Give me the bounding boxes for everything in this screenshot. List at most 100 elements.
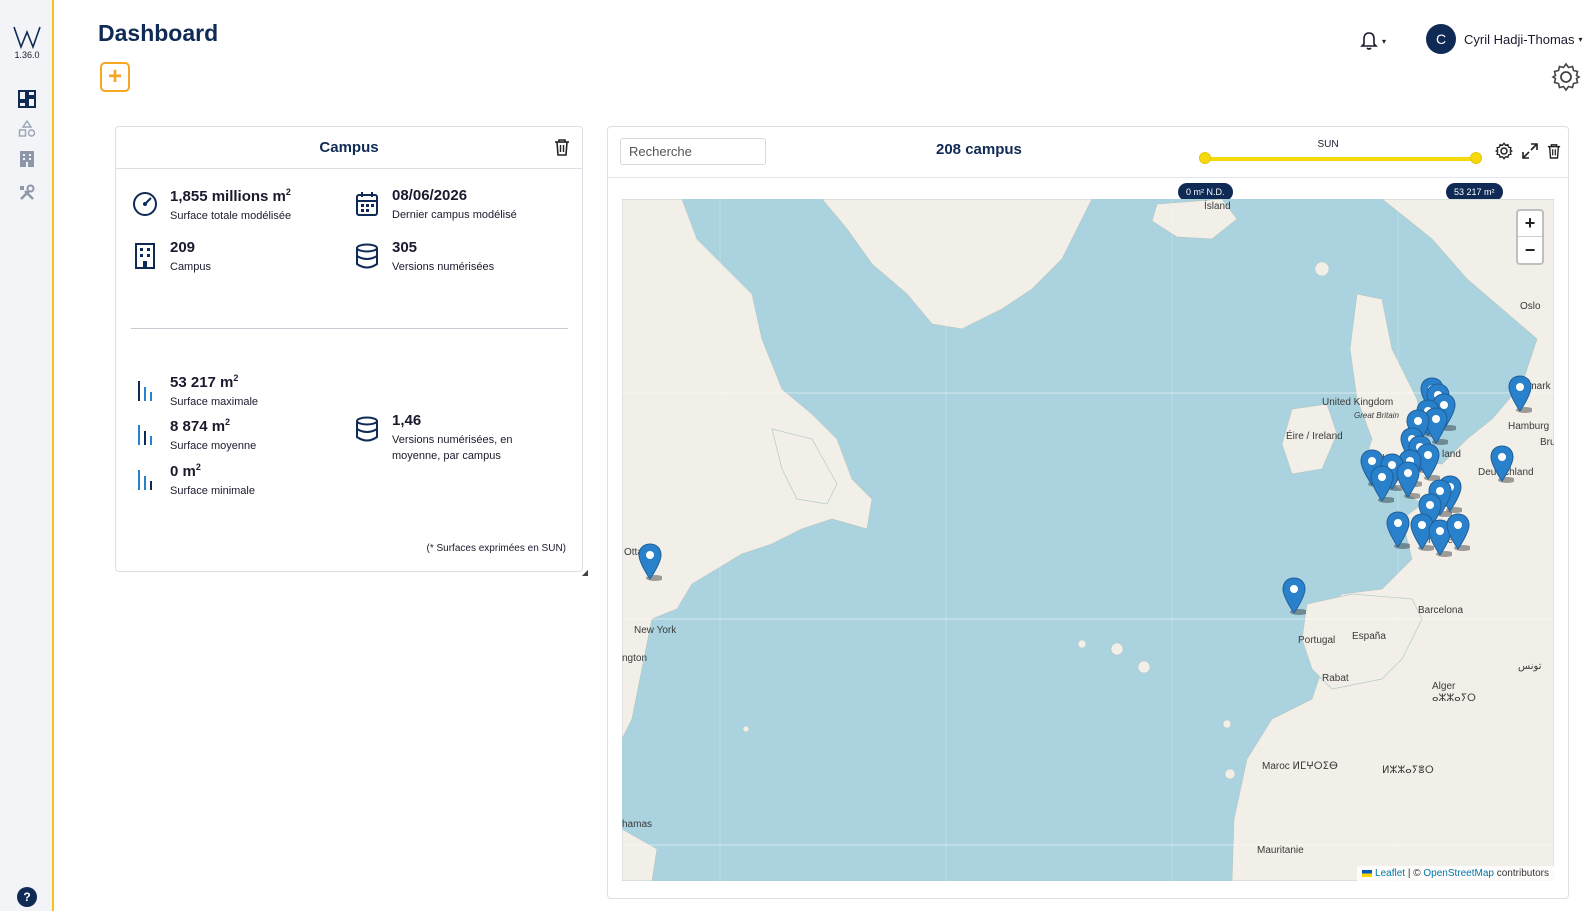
map-label: hamas xyxy=(622,819,653,830)
map-marker[interactable] xyxy=(1508,375,1532,413)
stat-value: 1,46 xyxy=(392,412,422,429)
sidebar-item-shapes[interactable] xyxy=(16,118,38,140)
map-label: Portugal xyxy=(1298,635,1336,646)
slider-thumb-min[interactable] xyxy=(1199,152,1211,164)
bar-chart-icon xyxy=(138,425,152,445)
add-widget-button[interactable]: + xyxy=(100,62,130,92)
map-label: Barcelona xyxy=(1418,605,1464,616)
map-card: 208 campus SUN 0 m² N.D. 53 217 m² xyxy=(607,126,1569,899)
app-logo[interactable]: 1.36.0 xyxy=(9,24,45,60)
stat-campus-count: 209 Campus xyxy=(130,239,211,275)
map-label: New York xyxy=(634,625,677,636)
building-icon xyxy=(135,243,155,269)
map-marker[interactable] xyxy=(1396,461,1420,499)
tools-icon xyxy=(20,184,35,200)
zoom-control: + − xyxy=(1516,209,1544,265)
map-marker[interactable] xyxy=(638,543,662,581)
stat-label: Surface totale modélisée xyxy=(170,210,292,222)
map-marker[interactable] xyxy=(1446,513,1470,551)
stat-value: 209 xyxy=(170,239,196,256)
delete-widget-button[interactable] xyxy=(554,138,570,161)
trash-icon xyxy=(1547,144,1561,159)
attribution-suffix: contributors xyxy=(1493,868,1549,879)
map-attribution: Leaflet | © OpenStreetMap contributors xyxy=(1357,866,1554,881)
chevron-down-icon: ▾ xyxy=(1382,36,1387,46)
trash-icon xyxy=(555,139,569,156)
stat-label: Versions numérisées, en moyenne, par cam… xyxy=(392,434,513,462)
stat-label: Surface minimale xyxy=(170,485,255,497)
settings-button[interactable] xyxy=(1551,62,1581,97)
map-marker[interactable] xyxy=(1490,445,1514,483)
stat-last-campus: 08/06/2026 Dernier campus modélisé xyxy=(352,187,517,223)
zoom-in-button[interactable]: + xyxy=(1518,211,1542,237)
campus-card-header: Campus xyxy=(116,127,582,169)
osm-link[interactable]: OpenStreetMap xyxy=(1423,868,1494,879)
slider-track xyxy=(1204,157,1476,161)
map-marker[interactable] xyxy=(1282,577,1306,615)
attribution-separator: | © xyxy=(1405,868,1424,879)
help-button[interactable]: ? xyxy=(17,887,37,907)
map-label: ⵍⵣⵣⴰⵢⴻⵔ xyxy=(1382,765,1434,776)
map-label: Rabat xyxy=(1322,673,1349,684)
stat-max-surface: 53 217 m2 Surface maximale xyxy=(130,373,258,410)
stat-mean-surface: 8 874 m2 Surface moyenne xyxy=(130,417,256,454)
dashboard-icon xyxy=(18,90,36,108)
map-label: Alger xyxy=(1432,681,1456,692)
leaflet-link[interactable]: Leaflet xyxy=(1375,868,1405,879)
divider xyxy=(131,328,568,329)
delete-widget-button[interactable] xyxy=(1544,141,1564,161)
database-icon xyxy=(356,416,378,442)
stat-min-surface: 0 m2 Surface minimale xyxy=(130,462,255,499)
surface-footnote: (* Surfaces exprimées en SUN) xyxy=(426,543,567,554)
shapes-icon xyxy=(18,120,36,137)
search-input[interactable] xyxy=(620,138,766,165)
ukraine-flag-icon xyxy=(1362,869,1373,877)
map-view[interactable]: Ísland Oslo Danmark United Kingdom Great… xyxy=(622,199,1554,881)
map-label: ⴰⵣⵣⴰⵢⵔ xyxy=(1432,693,1476,704)
map-header-divider xyxy=(608,177,1568,178)
page-title: Dashboard xyxy=(98,20,219,46)
user-menu[interactable]: C Cyril Hadji-Thomas ▾ xyxy=(1426,24,1583,54)
fullscreen-button[interactable] xyxy=(1520,141,1540,161)
map-label: España xyxy=(1352,631,1386,642)
resize-handle[interactable]: ◢ xyxy=(582,568,588,577)
sidebar-item-dashboard[interactable] xyxy=(16,88,38,110)
campus-count: 208 campus xyxy=(936,141,1022,158)
slider-thumb-max[interactable] xyxy=(1470,152,1482,164)
chevron-down-icon: ▾ xyxy=(1578,34,1583,44)
map-marker[interactable] xyxy=(1386,511,1410,549)
stat-label: Surface moyenne xyxy=(170,440,257,452)
bar-chart-icon xyxy=(138,470,152,490)
slider-label: SUN xyxy=(1317,139,1339,150)
map-label: Hamburg xyxy=(1508,421,1550,432)
map-label: land xyxy=(1442,449,1461,460)
stat-value: 08/06/2026 xyxy=(392,187,468,204)
gauge-icon xyxy=(133,192,157,216)
map-label: ngton xyxy=(622,653,648,664)
surface-range-slider[interactable]: SUN 0 m² N.D. 53 217 m² xyxy=(1178,139,1503,201)
map-label: Ísland xyxy=(1204,201,1231,212)
stat-label: Campus xyxy=(170,261,211,273)
map-label: United Kingdom xyxy=(1322,397,1394,408)
map-settings-button[interactable] xyxy=(1494,141,1514,161)
app-root: 1.36.0 ? Dashboard + ▾ C Cyril Hadji-Tho… xyxy=(0,0,1596,911)
bell-icon xyxy=(1360,32,1378,50)
database-icon xyxy=(356,243,378,269)
app-version: 1.36.0 xyxy=(14,50,40,60)
zoom-out-button[interactable]: − xyxy=(1518,237,1542,263)
sidebar-item-tools[interactable] xyxy=(16,182,38,204)
map-label: Maroc ⵍⵎⵖⵔⵉⴱ xyxy=(1262,761,1338,772)
campus-card: Campus 1,855 millions m2 Surface totale m… xyxy=(115,126,588,577)
stat-label: Dernier campus modélisé xyxy=(392,209,517,221)
sidebar-item-buildings[interactable] xyxy=(16,148,38,170)
map-label: Great Britain xyxy=(1354,411,1399,420)
expand-icon xyxy=(1522,143,1538,159)
notifications-button[interactable]: ▾ xyxy=(1360,30,1394,52)
map-marker[interactable] xyxy=(1370,465,1394,503)
map-label: تونس xyxy=(1518,661,1542,672)
calendar-icon xyxy=(356,192,378,216)
map-label: Éire / Ireland xyxy=(1286,431,1343,442)
stat-label: Surface maximale xyxy=(170,396,259,408)
stat-value: 8 874 m2 xyxy=(170,417,231,435)
campus-card-title: Campus xyxy=(319,139,379,156)
